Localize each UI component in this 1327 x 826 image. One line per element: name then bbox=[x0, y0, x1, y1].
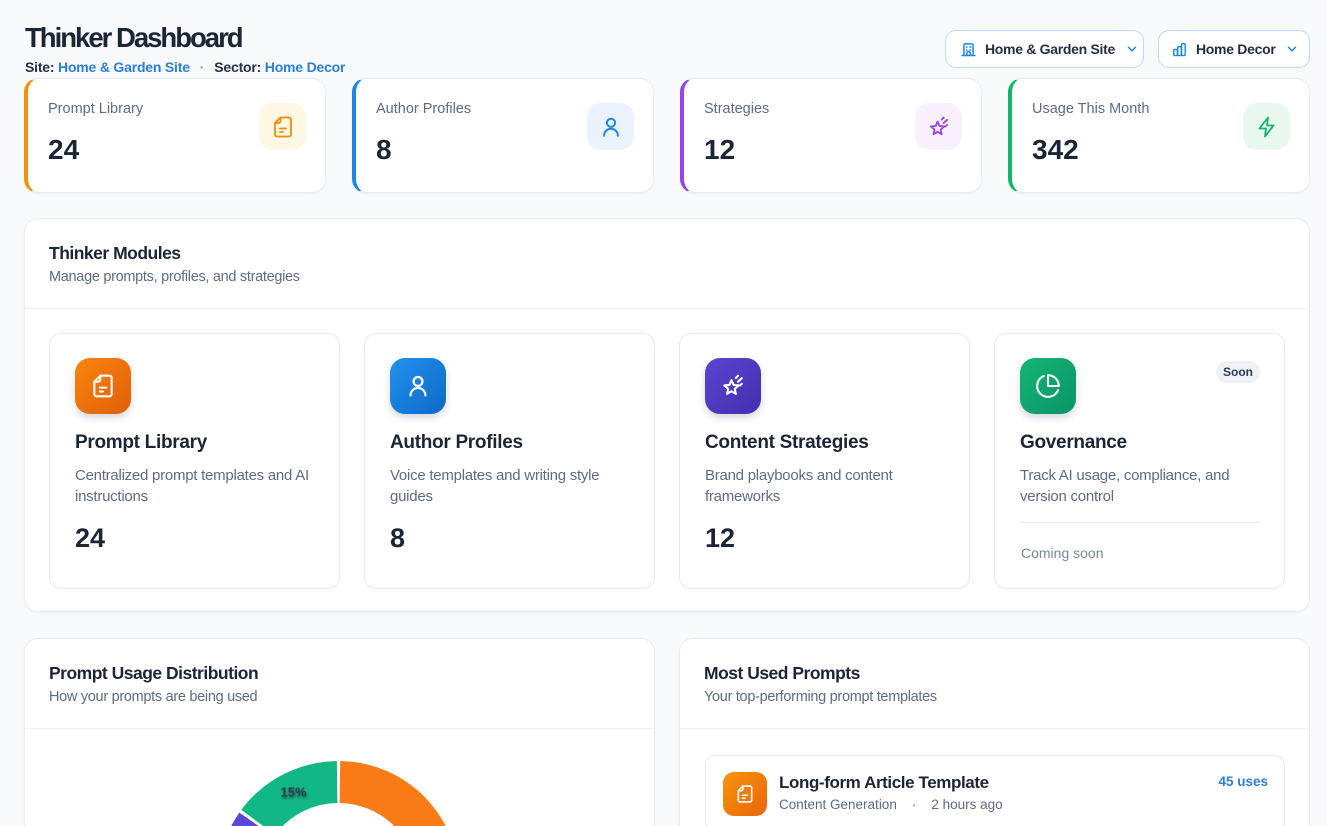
svg-text:15%: 15% bbox=[280, 785, 306, 800]
